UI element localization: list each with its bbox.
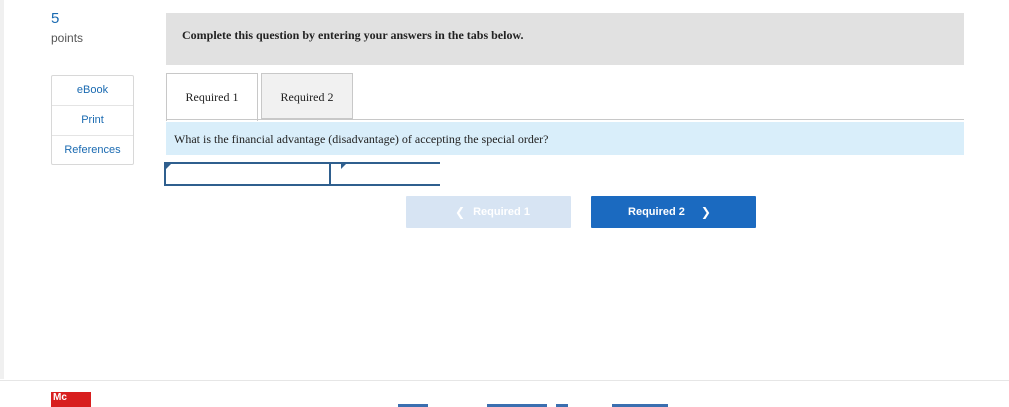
- prev-button-label: Required 1: [473, 206, 530, 218]
- tab-required-1[interactable]: Required 1: [166, 73, 258, 121]
- cell-marker-icon: [166, 164, 171, 169]
- left-rail: [0, 0, 4, 379]
- print-link[interactable]: Print: [52, 106, 133, 136]
- question-text: What is the financial advantage (disadva…: [174, 132, 549, 146]
- ebook-link[interactable]: eBook: [52, 76, 133, 106]
- footer-divider: [0, 380, 1009, 381]
- tab-divider: [166, 119, 964, 120]
- answer-row: [164, 162, 494, 186]
- points-label: points: [51, 31, 84, 45]
- chevron-right-icon: ❯: [700, 205, 711, 219]
- next-button-label: Required 2: [628, 206, 685, 218]
- answer-label-input[interactable]: [166, 164, 331, 184]
- next-required-button[interactable]: Required 2 ❯: [591, 196, 756, 228]
- answer-amount-input[interactable]: [331, 164, 494, 184]
- references-link[interactable]: References: [52, 136, 133, 165]
- cell-marker-icon: [341, 164, 346, 169]
- question-banner: What is the financial advantage (disadva…: [166, 122, 964, 155]
- prev-required-button[interactable]: ❮ Required 1: [406, 196, 571, 228]
- tab-required-2[interactable]: Required 2: [261, 73, 353, 119]
- instructions-text: Complete this question by entering your …: [182, 28, 524, 42]
- publisher-logo: Mc: [51, 392, 91, 407]
- instructions-banner: Complete this question by entering your …: [166, 13, 964, 65]
- points-value: 5: [51, 10, 60, 27]
- resource-panel: eBook Print References: [51, 75, 134, 165]
- chevron-left-icon: ❮: [455, 205, 466, 219]
